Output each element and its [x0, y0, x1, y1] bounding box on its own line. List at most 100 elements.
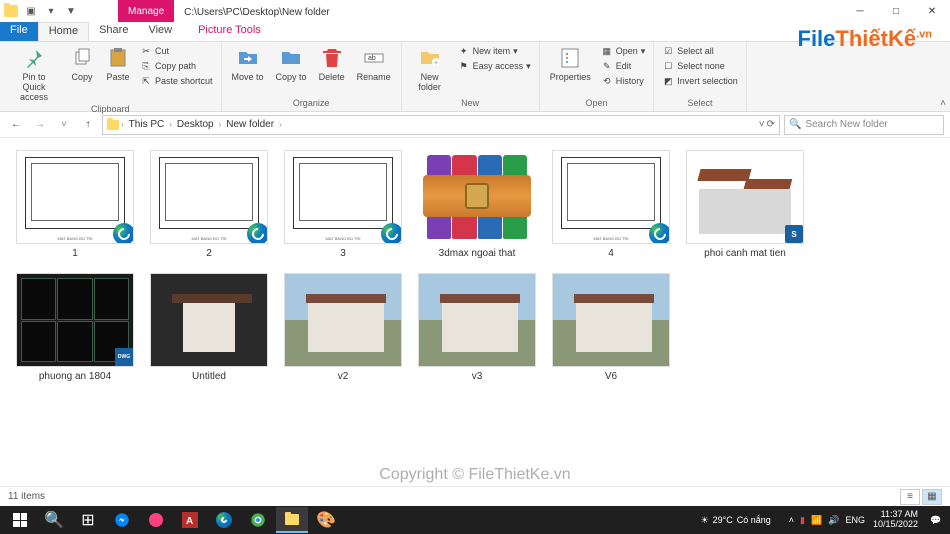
file-item[interactable]: Sphoi canh mat tien — [682, 146, 808, 263]
qat-properties-icon[interactable]: ▣ — [24, 4, 38, 18]
file-name-label: phuong an 1804 — [39, 371, 111, 382]
paint-taskbar-icon[interactable]: 🎨 — [310, 507, 342, 533]
notifications-button[interactable]: 💬 — [926, 507, 946, 533]
file-item[interactable]: Untitled — [146, 269, 272, 386]
nav-up-button[interactable]: ↑ — [78, 115, 98, 135]
file-item[interactable]: MAT BANG BO TRI2 — [146, 146, 272, 263]
file-name-label: 3dmax ngoai that — [439, 248, 516, 259]
task-view-button[interactable]: ⊞ — [72, 507, 104, 533]
tray-network-icon[interactable]: 📶 — [811, 515, 822, 526]
cut-icon: ✂ — [140, 45, 152, 57]
tab-view[interactable]: View — [138, 22, 182, 41]
search-box[interactable]: 🔍 Search New folder — [784, 115, 944, 135]
crumb-new-folder[interactable]: New folder — [223, 119, 277, 130]
history-button[interactable]: ⟲History — [599, 74, 648, 88]
paste-button[interactable]: Paste — [102, 44, 134, 84]
paste-shortcut-button[interactable]: ⇱Paste shortcut — [138, 74, 215, 88]
item-count: 11 items — [8, 491, 45, 502]
clock[interactable]: 11:37 AM 10/15/2022 — [873, 510, 918, 530]
properties-button[interactable]: Properties — [546, 44, 595, 84]
tab-share[interactable]: Share — [89, 22, 138, 41]
tray-app-icon[interactable]: ▮ — [800, 515, 805, 526]
file-item[interactable]: DWGphuong an 1804 — [12, 269, 138, 386]
crumb-desktop[interactable]: Desktop — [174, 119, 217, 130]
file-item[interactable]: 3dmax ngoai that — [414, 146, 540, 263]
copy-to-button[interactable]: Copy to — [272, 44, 311, 84]
tray-chevron-icon[interactable]: ˄ — [789, 515, 794, 525]
context-tab-manage[interactable]: Manage — [118, 0, 174, 22]
properties-icon — [558, 46, 582, 70]
file-thumbnail — [552, 273, 670, 367]
minimize-button[interactable]: ─ — [842, 0, 878, 22]
refresh-button[interactable]: ⟳ — [767, 119, 775, 130]
svg-text:A: A — [186, 516, 193, 527]
system-tray[interactable]: ˄ ▮ 📶 🔊 ENG — [789, 515, 865, 526]
nav-forward-button[interactable]: → — [30, 115, 50, 135]
easy-access-button[interactable]: ⚑Easy access ▾ — [456, 59, 533, 73]
invert-selection-button[interactable]: ◩Invert selection — [660, 74, 740, 88]
pin-icon — [22, 46, 46, 70]
details-view-button[interactable]: ≡ — [900, 489, 920, 505]
chrome-taskbar-icon[interactable] — [242, 507, 274, 533]
move-to-button[interactable]: Move to — [228, 44, 268, 84]
search-taskbar-button[interactable]: 🔍 — [38, 507, 70, 533]
file-thumbnail — [150, 273, 268, 367]
cut-button[interactable]: ✂Cut — [138, 44, 215, 58]
easy-access-icon: ⚑ — [458, 60, 470, 72]
crumb-this-pc[interactable]: This PC — [126, 119, 168, 130]
qat-customize-icon[interactable]: ▼ — [64, 4, 78, 18]
explorer-taskbar-icon[interactable] — [276, 507, 308, 533]
folder-icon — [4, 5, 18, 17]
search-placeholder: Search New folder — [805, 119, 887, 130]
ribbon: Pin to Quick access Copy Paste ✂Cut ⎘Cop… — [0, 42, 950, 112]
address-dropdown-button[interactable]: ˅ — [759, 119, 765, 130]
autocad-taskbar-icon[interactable]: A — [174, 507, 206, 533]
qat-new-folder-icon[interactable]: ▾ — [44, 4, 58, 18]
open-button[interactable]: ▦Open ▾ — [599, 44, 648, 58]
tab-file[interactable]: File — [0, 22, 38, 41]
file-item[interactable]: v3 — [414, 269, 540, 386]
select-none-button[interactable]: ☐Select none — [660, 59, 740, 73]
file-item[interactable]: MAT BANG BO TRI3 — [280, 146, 406, 263]
file-item[interactable]: v2 — [280, 269, 406, 386]
app-taskbar-icon[interactable] — [140, 507, 172, 533]
file-thumbnail: MAT BANG BO TRI — [150, 150, 268, 244]
file-name-label: v3 — [472, 371, 483, 382]
file-item[interactable]: V6 — [548, 269, 674, 386]
address-box[interactable]: › This PC› Desktop› New folder› ˅ ⟳ — [102, 115, 780, 135]
shortcut-icon: ⇱ — [140, 75, 152, 87]
close-button[interactable]: ✕ — [914, 0, 950, 22]
tab-home[interactable]: Home — [38, 22, 89, 41]
new-item-button[interactable]: ✦New item ▾ — [456, 44, 533, 58]
weather-widget[interactable]: ☀ 29°C Có nắng — [701, 515, 771, 526]
edit-button[interactable]: ✎Edit — [599, 59, 648, 73]
pin-quick-access-button[interactable]: Pin to Quick access — [6, 44, 62, 104]
tray-language[interactable]: ENG — [845, 515, 865, 525]
file-item[interactable]: MAT BANG BO TRI4 — [548, 146, 674, 263]
file-item[interactable]: MAT BANG BO TRI1 — [12, 146, 138, 263]
move-to-icon — [236, 46, 260, 70]
start-button[interactable] — [4, 507, 36, 533]
new-folder-icon: + — [418, 46, 442, 70]
window-path: C:\Users\PC\Desktop\New folder — [184, 5, 330, 18]
nav-back-button[interactable]: ← — [6, 115, 26, 135]
rename-button[interactable]: abRename — [353, 44, 395, 84]
thumbnails-view-button[interactable]: ▦ — [922, 489, 942, 505]
tray-volume-icon[interactable]: 🔊 — [828, 515, 839, 526]
copy-to-icon — [279, 46, 303, 70]
copy-button[interactable]: Copy — [66, 44, 98, 84]
delete-icon — [320, 46, 344, 70]
select-all-button[interactable]: ☑Select all — [660, 44, 740, 58]
collapse-ribbon-button[interactable]: ˄ — [940, 98, 946, 109]
edge-taskbar-icon[interactable] — [208, 507, 240, 533]
delete-button[interactable]: Delete — [315, 44, 349, 84]
messenger-taskbar-icon[interactable] — [106, 507, 138, 533]
tab-picture-tools[interactable]: Picture Tools — [188, 22, 271, 41]
nav-recent-button[interactable]: ˅ — [54, 115, 74, 135]
maximize-button[interactable]: □ — [878, 0, 914, 22]
new-folder-button[interactable]: +New folder — [408, 44, 452, 94]
copy-path-button[interactable]: ⎘Copy path — [138, 59, 215, 73]
file-list: MAT BANG BO TRI1MAT BANG BO TRI2MAT BANG… — [0, 138, 950, 486]
file-thumbnail: S — [686, 150, 804, 244]
weather-icon: ☀ — [701, 515, 709, 526]
